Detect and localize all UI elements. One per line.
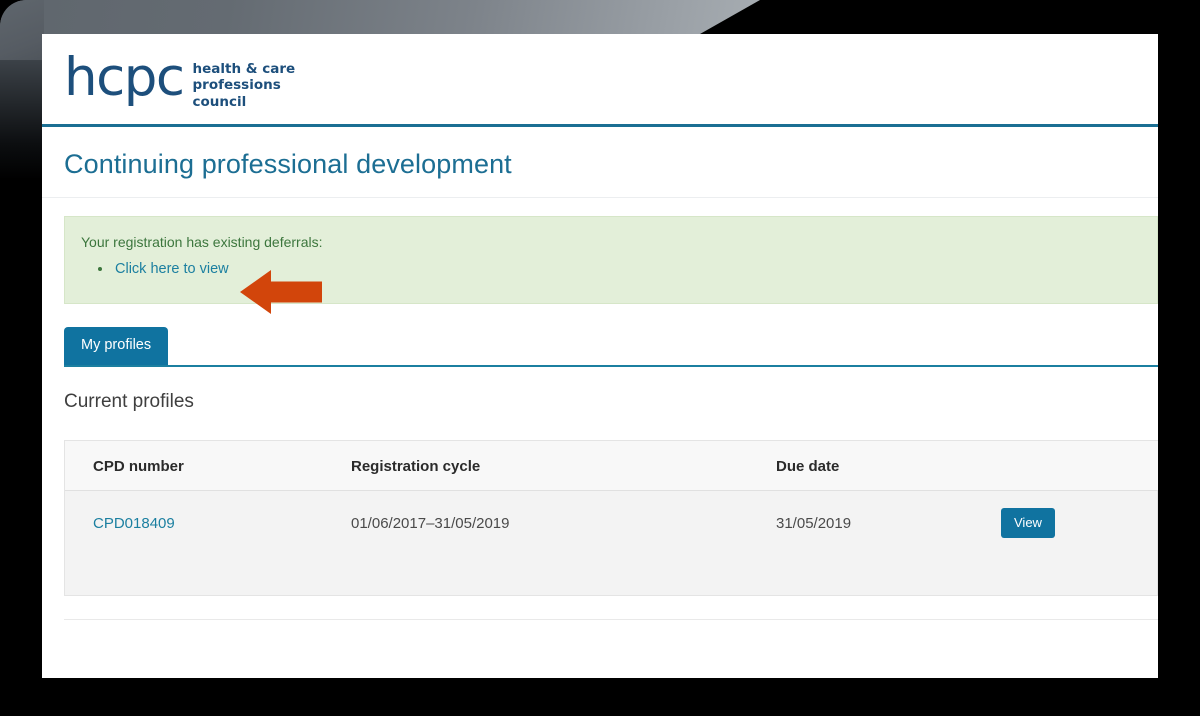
logo-wordmark: hcpc (64, 47, 185, 108)
table-body: CPD018409 01/06/2017–31/05/2019 31/05/20… (65, 491, 1158, 556)
bezel-sheen-top (0, 0, 760, 34)
section-heading-current-profiles: Current profiles (64, 391, 194, 412)
device-frame: hcpc health & care professions council C… (0, 0, 1200, 716)
table-row: CPD018409 01/06/2017–31/05/2019 31/05/20… (65, 491, 1158, 556)
cell-cpd-number: CPD018409 (65, 491, 351, 556)
site-header: hcpc health & care professions council (42, 34, 1158, 127)
column-header-actions (1001, 441, 1158, 491)
deferrals-alert: Your registration has existing deferrals… (64, 216, 1158, 304)
page-title: Continuing professional development (64, 149, 512, 179)
tab-bar: My profiles (64, 327, 1158, 367)
alert-wrapper: Your registration has existing deferrals… (42, 198, 1158, 304)
column-header-registration-cycle: Registration cycle (351, 441, 776, 491)
cell-actions: View (1001, 491, 1158, 556)
logo-strapline: health & care professions council (192, 61, 296, 110)
browser-page: hcpc health & care professions council C… (42, 34, 1158, 678)
view-deferrals-link[interactable]: Click here to view (115, 261, 229, 277)
hcpc-logo[interactable]: hcpc health & care professions council (64, 47, 296, 110)
cell-due-date: 31/05/2019 (776, 514, 852, 532)
alert-message: Your registration has existing deferrals… (81, 234, 323, 250)
tab-my-profiles[interactable]: My profiles (64, 327, 169, 365)
table-header-row: CPD number Registration cycle Due date (65, 441, 1158, 491)
bezel-sheen-left-fade (0, 60, 44, 180)
profiles-table: CPD number Registration cycle Due date C… (65, 441, 1158, 555)
table-head: CPD number Registration cycle Due date (65, 441, 1158, 491)
cell-registration-cycle: 01/06/2017–31/05/2019 (351, 514, 510, 532)
column-header-due-date: Due date (776, 441, 1001, 491)
view-button[interactable]: View (1001, 508, 1055, 538)
footer-divider (64, 619, 1158, 620)
column-header-cpd-number: CPD number (65, 441, 351, 491)
cpd-number-link[interactable]: CPD018409 (93, 515, 175, 532)
alert-link-list: Click here to view (81, 256, 1137, 282)
list-item: Click here to view (81, 256, 1137, 282)
profiles-panel: CPD number Registration cycle Due date C… (64, 440, 1158, 596)
page-title-block: Continuing professional development (42, 127, 1158, 198)
